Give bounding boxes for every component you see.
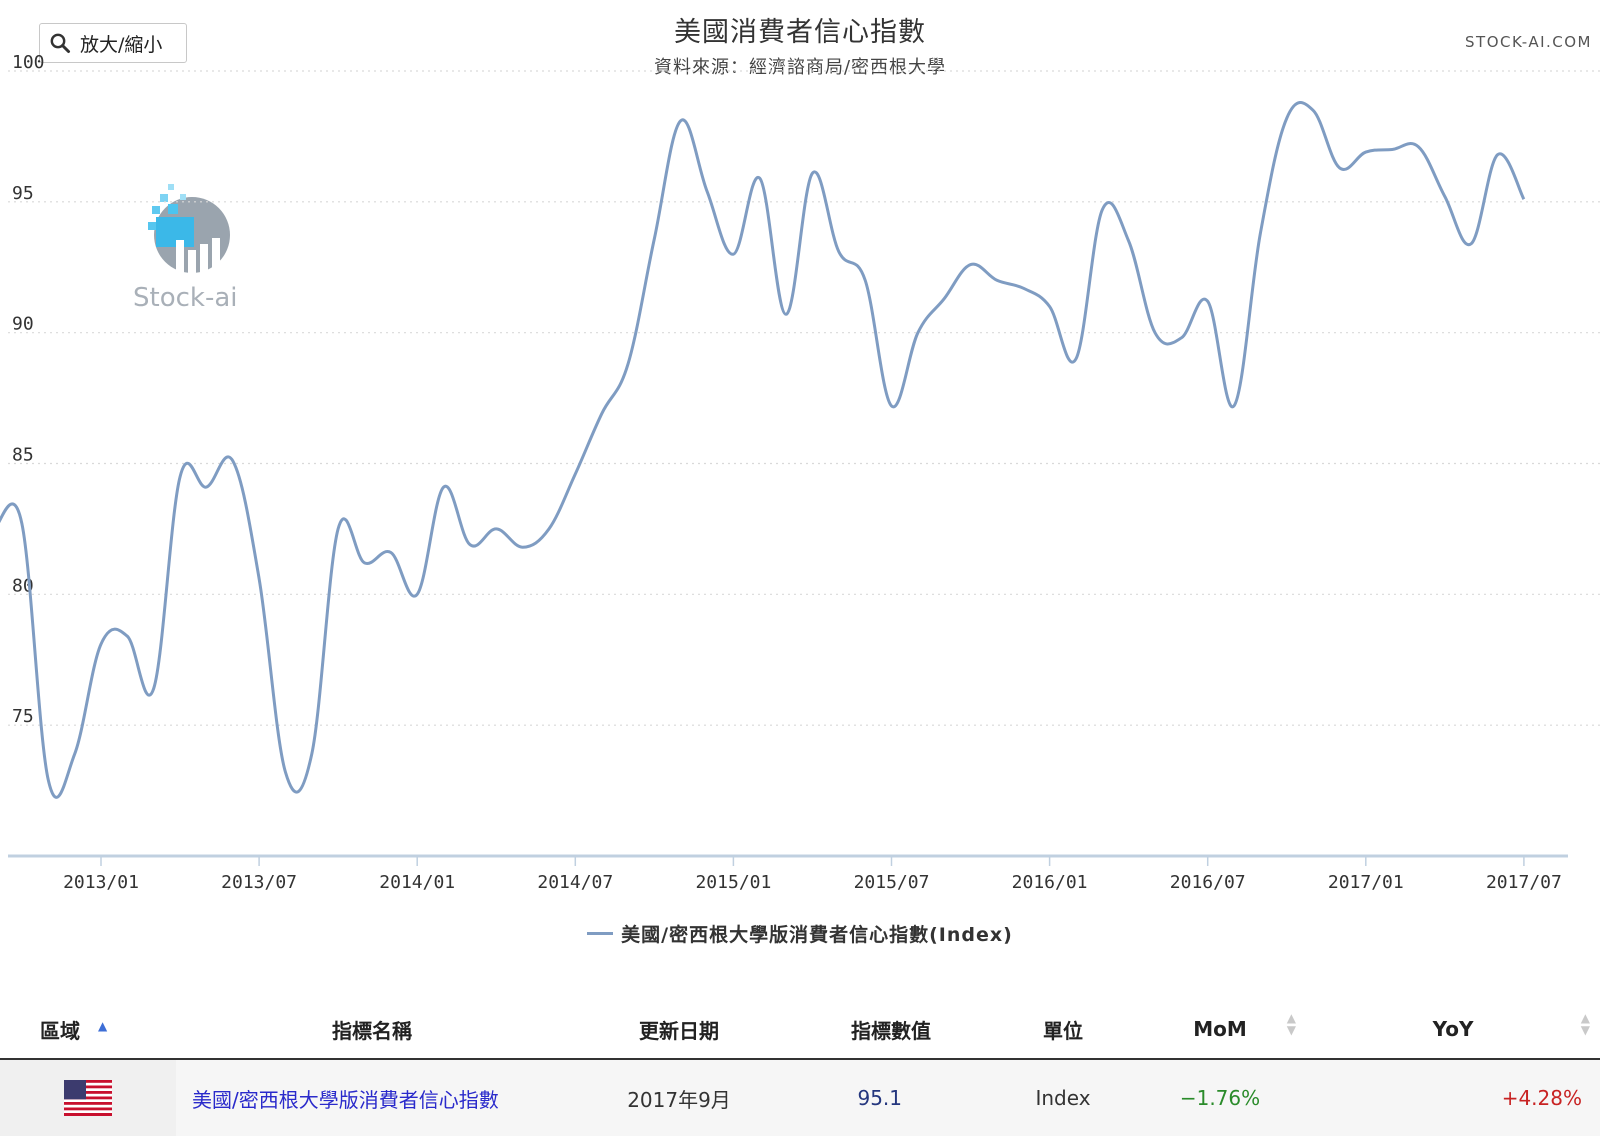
unit-cell: Index xyxy=(1035,1086,1091,1110)
x-tick-label: 2015/01 xyxy=(695,872,771,893)
mom-cell: −1.76% xyxy=(1179,1086,1261,1110)
x-tick-label: 2016/01 xyxy=(1012,872,1088,893)
x-tick-label: 2013/07 xyxy=(221,872,297,893)
sort-asc-icon[interactable]: ▲ xyxy=(98,1019,107,1033)
column-header-value: 指標數值 xyxy=(790,1000,992,1060)
line-chart: 75808590951002013/01 2013/07 2014/01 2014/0… xyxy=(0,52,1600,893)
legend-label: 美國/密西根大學版消費者信心指數(Index) xyxy=(621,924,1013,946)
x-tick-label: 2017/07 xyxy=(1486,872,1562,893)
y-tick-label: 95 xyxy=(12,183,34,204)
indicator-name-link[interactable]: 美國/密西根大學版消費者信心指數 xyxy=(192,1088,499,1112)
column-header-mom[interactable]: MoM ▲ ▼ xyxy=(1134,1000,1306,1060)
region-cell xyxy=(0,1059,176,1136)
table-row: 美國/密西根大學版消費者信心指數 2017年9月 95.1 Index −1.7… xyxy=(0,1059,1600,1136)
y-tick-label: 85 xyxy=(12,445,34,466)
y-tick-label: 75 xyxy=(12,706,34,727)
update-date-cell: 2017年9月 xyxy=(627,1087,731,1112)
sort-toggle-icon[interactable]: ▲ ▼ xyxy=(1287,1012,1296,1036)
legend[interactable]: 美國/密西根大學版消費者信心指數(Index) xyxy=(0,920,1600,947)
x-tick-label: 2013/01 xyxy=(63,872,139,893)
series-line xyxy=(0,101,1526,799)
indicator-table: 區域 ▲ 指標名稱 更新日期 指標數值 單位 MoM ▲ ▼ YoY ▲ ▼ 美… xyxy=(0,1000,1600,1136)
yoy-cell: +4.28% xyxy=(1501,1086,1582,1110)
x-tick-label: 2014/01 xyxy=(379,872,455,893)
y-tick-label: 90 xyxy=(12,314,34,335)
column-header-name: 指標名稱 xyxy=(176,1000,568,1060)
x-tick-label: 2015/07 xyxy=(854,872,930,893)
indicator-value-cell: 95.1 xyxy=(857,1086,902,1110)
us-flag-icon xyxy=(64,1080,112,1116)
column-header-region[interactable]: 區域 ▲ xyxy=(0,1000,176,1060)
indicator-name-cell: 美國/密西根大學版消費者信心指數 xyxy=(176,1059,568,1136)
x-tick-label: 2016/07 xyxy=(1170,872,1246,893)
column-header-unit: 單位 xyxy=(992,1000,1134,1060)
sort-toggle-icon[interactable]: ▲ ▼ xyxy=(1581,1012,1590,1036)
legend-swatch xyxy=(587,932,614,935)
x-tick-label: 2017/01 xyxy=(1328,872,1404,893)
x-tick-label: 2014/07 xyxy=(537,872,613,893)
column-header-yoy[interactable]: YoY ▲ ▼ xyxy=(1306,1000,1600,1060)
y-tick-label: 100 xyxy=(12,52,45,73)
column-header-date: 更新日期 xyxy=(568,1000,790,1060)
